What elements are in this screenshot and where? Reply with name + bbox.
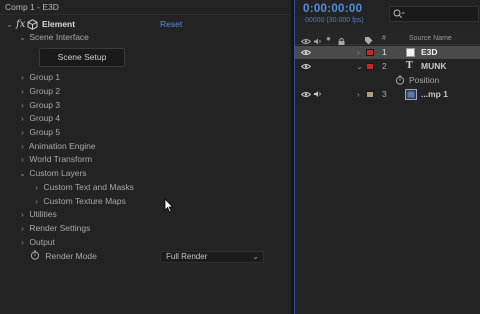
search-icon [393, 9, 405, 18]
render-mode-dropdown[interactable]: Full Render ⌄ [160, 251, 264, 263]
collapsed-arrow-icon[interactable]: › [357, 88, 360, 101]
timeline-column-headers: ● # Source Name [295, 32, 480, 45]
fx-icon[interactable]: fx [16, 18, 25, 31]
comp-layer-label: Comp 1 - E3D [5, 2, 59, 12]
tree-item-label: Animation Engine [28, 141, 96, 151]
tree-item-label: Custom Texture Maps [43, 196, 126, 206]
tree-item-label: World Transform [29, 154, 93, 164]
layer-name[interactable]: ...mp 1 [421, 88, 448, 101]
mouse-pointer-icon [164, 198, 174, 213]
collapsed-arrow-icon[interactable]: › [18, 222, 27, 235]
element-cube-icon [27, 19, 38, 30]
label-color-swatch[interactable] [366, 49, 374, 56]
layer-number: 3 [382, 89, 387, 99]
collapsed-arrow-icon[interactable]: › [18, 208, 27, 221]
collapse-arrow-icon[interactable]: ⌄ [5, 18, 14, 31]
tree-item-label: Custom Layers [29, 168, 87, 178]
tree-item-utilities[interactable]: › Utilities [18, 208, 57, 221]
precomp-layer-icon [405, 89, 417, 100]
render-mode-label: Render Mode [45, 251, 97, 261]
tree-item-group-5[interactable]: › Group 5 [18, 126, 60, 139]
layer-number: 2 [382, 61, 387, 71]
collapsed-arrow-icon[interactable]: › [18, 236, 27, 249]
layer-name[interactable]: E3D [421, 46, 438, 59]
reset-link[interactable]: Reset [160, 18, 182, 31]
chevron-down-icon: ⌄ [252, 252, 259, 261]
text-layer-icon: T [406, 61, 413, 71]
layer-name[interactable]: MUNK [421, 60, 447, 73]
tree-item-label: Group 3 [29, 100, 61, 110]
collapsed-arrow-icon[interactable]: › [357, 46, 360, 59]
collapsed-arrow-icon[interactable]: › [18, 85, 27, 98]
collapsed-arrow-icon[interactable]: › [18, 99, 27, 112]
timeline-panel: 0:00:00:00 00000 (30.000 fps) ● # Source… [294, 0, 480, 314]
layer-search-input[interactable] [389, 6, 479, 22]
timeline-layer-row[interactable]: › 1 E3D [295, 46, 480, 59]
effect-header-element[interactable]: ⌄ fx Element [6, 18, 156, 31]
tree-item-label: Utilities [29, 209, 57, 219]
panel-header: Comp 1 - E3D [0, 0, 291, 15]
current-time-display[interactable]: 0:00:00:00 [303, 3, 362, 15]
tree-item-scene-interface[interactable]: ⌄ Scene Interface [18, 31, 89, 44]
expanded-arrow-icon[interactable]: ⌄ [18, 31, 27, 44]
scene-setup-button[interactable]: Scene Setup [39, 48, 125, 67]
audio-speaker-icon[interactable] [313, 90, 322, 98]
tree-item-label: Custom Text and Masks [43, 182, 134, 192]
tree-item-label: Group 2 [29, 86, 61, 96]
tree-item-custom-text-and-masks[interactable]: › Custom Text and Masks [32, 181, 134, 194]
expanded-arrow-icon[interactable]: ⌄ [18, 167, 27, 180]
collapsed-arrow-icon[interactable]: › [18, 153, 27, 166]
frame-rate-info: 00000 (30.000 fps) [305, 17, 364, 24]
stopwatch-icon[interactable] [395, 75, 405, 85]
solo-column-icon[interactable]: ● [326, 32, 331, 45]
tree-item-group-1[interactable]: › Group 1 [18, 71, 60, 84]
effect-name: Element [42, 19, 76, 29]
tree-item-world-transform[interactable]: › World Transform [18, 153, 92, 166]
collapsed-arrow-icon[interactable]: › [32, 195, 41, 208]
solid-layer-icon [406, 48, 415, 57]
collapsed-arrow-icon[interactable]: › [18, 112, 27, 125]
collapsed-arrow-icon[interactable]: › [18, 126, 27, 139]
tree-item-render-settings[interactable]: › Render Settings [18, 222, 90, 235]
timeline-layer-row[interactable]: › 3 ...mp 1 [295, 88, 480, 101]
collapsed-arrow-icon[interactable]: › [18, 71, 27, 84]
tree-item-output[interactable]: › Output [18, 236, 55, 249]
tree-item-group-4[interactable]: › Group 4 [18, 112, 60, 125]
visibility-eye-icon[interactable] [301, 91, 311, 98]
layer-number: 1 [382, 47, 387, 57]
tree-item-label: Output [29, 237, 55, 247]
tree-item-label: Group 1 [29, 72, 61, 82]
tree-item-group-2[interactable]: › Group 2 [18, 85, 60, 98]
timeline-layer-row[interactable]: ⌄ 2 T MUNK [295, 60, 480, 73]
layer-property-row: Position [295, 74, 480, 87]
expanded-arrow-icon[interactable]: ⌄ [356, 60, 363, 73]
tree-item-group-3[interactable]: › Group 3 [18, 99, 60, 112]
tree-item-custom-texture-maps[interactable]: › Custom Texture Maps [32, 195, 126, 208]
effect-controls-panel: Comp 1 - E3D ⌄ fx Element Reset ⌄ Scene … [0, 0, 291, 314]
property-name: Position [409, 75, 440, 85]
collapsed-arrow-icon[interactable]: › [18, 140, 27, 153]
stopwatch-icon[interactable] [30, 250, 40, 260]
visibility-eye-icon[interactable] [301, 63, 311, 70]
visibility-eye-icon[interactable] [301, 49, 311, 56]
tree-item-animation-engine[interactable]: › Animation Engine [18, 140, 96, 153]
tree-item-label: Group 4 [29, 113, 61, 123]
tree-item-label: Group 5 [29, 127, 61, 137]
label-color-swatch[interactable] [366, 91, 374, 98]
source-name-column[interactable]: Source Name [409, 32, 452, 45]
tree-item-label: Render Settings [29, 223, 91, 233]
collapsed-arrow-icon[interactable]: › [32, 181, 41, 194]
tree-item-custom-layers[interactable]: ⌄ Custom Layers [18, 167, 87, 180]
layer-number-column: # [382, 35, 386, 42]
render-mode-value: Full Render [166, 252, 208, 261]
tree-item-label: Scene Interface [29, 32, 89, 42]
render-mode-row: Render Mode [30, 250, 97, 263]
label-color-swatch[interactable] [366, 63, 374, 70]
